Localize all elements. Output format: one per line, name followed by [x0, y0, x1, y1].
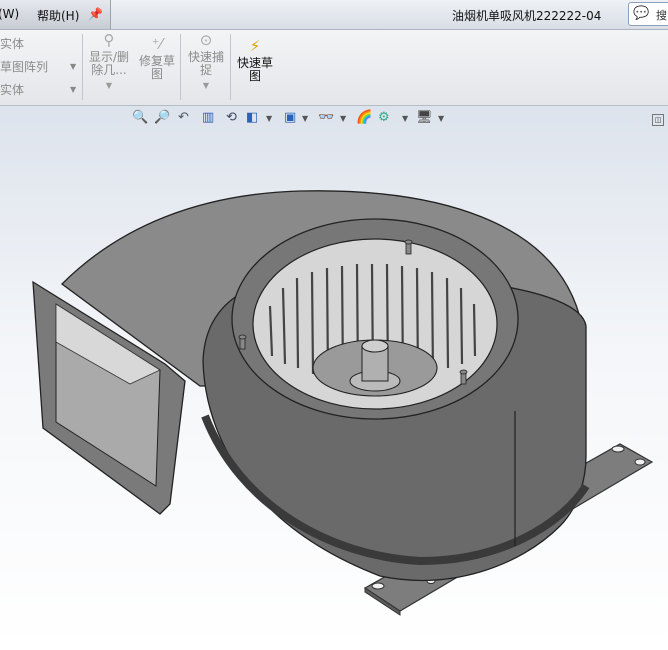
show-delete-label: 显示/删除几... [88, 50, 130, 77]
relations-icon: ⚲ [103, 31, 115, 49]
repair-sketch-icon: ⁺⁄ [151, 35, 163, 53]
menu-bar: (W) 帮助(H) 📌 [0, 0, 111, 29]
bracket-hole [634, 458, 646, 466]
bracket-hole [371, 582, 385, 590]
list-item-solid-1[interactable]: 实体 [0, 35, 24, 52]
quick-snap-button[interactable]: ⊙ 快速捕捉 ▼ [186, 31, 226, 92]
quick-sketch-button[interactable]: ⚡ 快速草图 [235, 37, 275, 83]
chevron-down-icon: ▼ [202, 81, 210, 90]
divider [82, 34, 83, 100]
menu-help[interactable]: 帮助(H) [37, 7, 79, 24]
search-label: 搜 [656, 9, 667, 22]
divider [180, 34, 181, 100]
chevron-down-icon[interactable]: ▼ [70, 85, 76, 94]
repair-sketch-label: 修复草图 [138, 54, 175, 81]
chevron-down-icon: ▼ [105, 81, 113, 90]
window-title: 油烟机单吸风机222222-04 [452, 9, 602, 23]
chat-icon: 💬 [633, 6, 650, 21]
show-delete-relations-button[interactable]: ⚲ 显示/删除几... ▼ [88, 31, 130, 92]
snap-icon: ⊙ [199, 31, 213, 49]
list-item-solid-2[interactable]: 实体 [0, 81, 24, 98]
quick-snap-label: 快速捕捉 [187, 50, 224, 77]
blower-model[interactable] [0, 106, 668, 650]
quick-sketch-icon: ⚡ [249, 37, 261, 55]
list-item-sketch-pattern[interactable]: 草图阵列 [0, 58, 48, 75]
chevron-down-icon[interactable]: ▼ [70, 62, 76, 71]
quick-sketch-label: 快速草图 [236, 56, 273, 83]
command-ribbon: 实体 草图阵列 ▼ 实体 ▼ ⚲ 显示/删除几... ▼ ⁺⁄ 修复草图 ⊙ 快… [0, 30, 668, 106]
title-bar: (W) 帮助(H) 📌 油烟机单吸风机222222-04 💬 搜 [0, 0, 668, 30]
divider [230, 34, 231, 100]
search-box[interactable]: 💬 搜 [628, 2, 668, 26]
shaft-top [361, 339, 389, 353]
bracket-hole [611, 445, 625, 453]
menu-window[interactable]: (W) [0, 7, 19, 21]
repair-sketch-button[interactable]: ⁺⁄ 修复草图 [137, 35, 177, 81]
graphics-area[interactable]: 🔍 🔎 ↶ ▥ ⟲ ◧ ▼ ▣ ▼ 👓 ▼ 🌈 ⚙ ▼ 🖥 ▼ ◫ [0, 106, 668, 650]
pin-icon[interactable]: 📌 [88, 7, 103, 21]
